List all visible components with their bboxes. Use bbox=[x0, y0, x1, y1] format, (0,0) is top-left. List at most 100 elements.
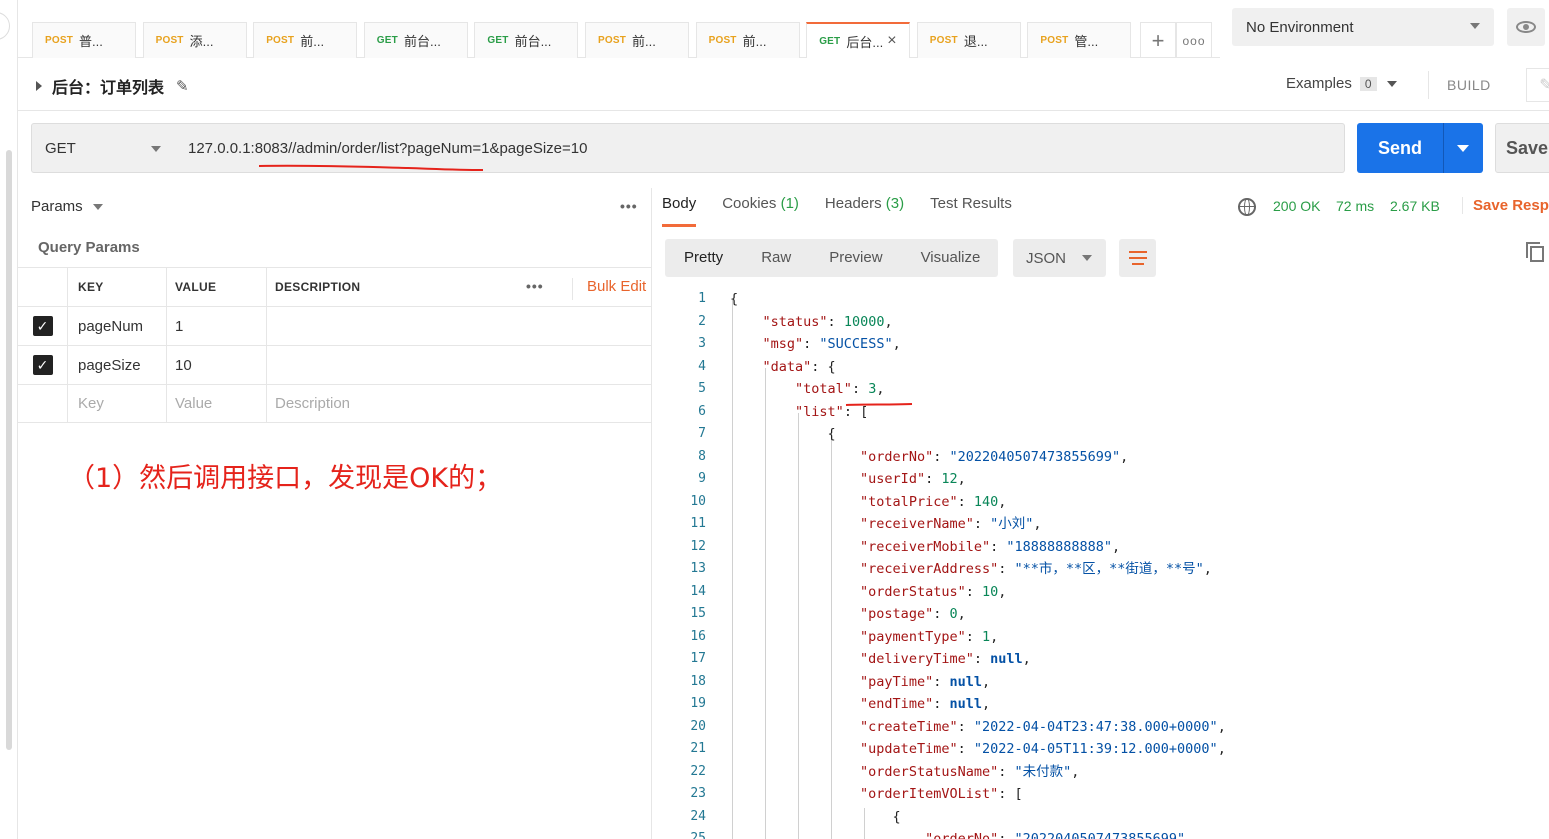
environment-quick-look-button[interactable] bbox=[1507, 8, 1545, 46]
tab-test-results[interactable]: Test Results bbox=[930, 195, 1012, 227]
response-time[interactable]: 72 ms bbox=[1336, 198, 1374, 214]
code-text: "postage": 0, bbox=[860, 606, 966, 622]
examples-dropdown[interactable]: Examples 0 bbox=[1286, 75, 1397, 92]
code-text: "total": 3, bbox=[795, 381, 885, 397]
status-code[interactable]: 200 OK bbox=[1273, 198, 1320, 214]
code-text: "payTime": null, bbox=[860, 673, 991, 690]
tab-method: POST bbox=[155, 35, 184, 46]
save-button[interactable]: Save bbox=[1495, 123, 1549, 173]
tab-method: GET bbox=[376, 35, 398, 46]
tab-raw[interactable]: Raw bbox=[742, 239, 810, 277]
total-underline-annotation bbox=[845, 403, 913, 406]
request-tab[interactable]: POST 前... bbox=[695, 22, 800, 58]
send-button[interactable]: Send bbox=[1357, 123, 1483, 173]
request-header: 后台：订单列表 ✎ Examples 0 BUILD ✎ bbox=[18, 59, 1549, 111]
param-checkbox[interactable]: ✓ bbox=[32, 316, 53, 336]
params-table: KEY VALUE DESCRIPTION ••• Bulk Edit ✓ pa… bbox=[18, 267, 652, 423]
build-button[interactable]: BUILD bbox=[1428, 71, 1491, 99]
tab-preview[interactable]: Preview bbox=[810, 239, 901, 277]
pencil-icon[interactable]: ✎ bbox=[176, 77, 189, 95]
request-tab[interactable]: POST 添... bbox=[142, 22, 247, 58]
param-new-row: Key Value Description bbox=[18, 384, 652, 423]
expand-arrow-icon[interactable] bbox=[36, 81, 42, 91]
request-name[interactable]: 后台：订单列表 ✎ bbox=[36, 74, 189, 98]
param-row: ✓ pageSize 10 bbox=[18, 345, 652, 384]
param-description[interactable] bbox=[267, 307, 652, 345]
request-tab[interactable]: POST 退... bbox=[916, 22, 1021, 58]
cookies-count: (1) bbox=[780, 195, 799, 212]
examples-count-badge: 0 bbox=[1359, 76, 1377, 91]
line-number: 24 bbox=[690, 808, 706, 824]
tab-title: 后台... bbox=[846, 34, 884, 50]
table-more-icon[interactable]: ••• bbox=[526, 278, 544, 294]
save-response-button[interactable]: Save Respor bbox=[1462, 197, 1549, 214]
request-tab[interactable]: POST 普... bbox=[32, 22, 136, 58]
code-text: "msg": "SUCCESS", bbox=[762, 336, 901, 352]
code-text: "paymentType": 1, bbox=[860, 628, 999, 645]
more-tabs-button[interactable]: ooo bbox=[1176, 22, 1212, 58]
request-tab[interactable]: GET 后台... × bbox=[806, 22, 911, 58]
tab-body[interactable]: Body bbox=[662, 195, 697, 227]
globe-icon[interactable] bbox=[1238, 198, 1256, 216]
response-body[interactable]: 1 {2 "status": 10000, 3 "msg": "SUCCESS", 4… bbox=[662, 288, 1549, 839]
request-tab-bar: POST 管... POST 退... GET 后台... × POST 前... POST 前..… bbox=[18, 0, 1220, 58]
tab-pretty[interactable]: Pretty bbox=[665, 239, 742, 277]
code-text: "userId": 12, bbox=[860, 471, 966, 487]
params-pane: Params ••• Query Params KEY VALUE DESCRI… bbox=[18, 188, 652, 839]
request-tab[interactable]: POST 前... bbox=[253, 22, 358, 58]
tab-headers[interactable]: Headers (3) bbox=[825, 195, 904, 227]
response-size[interactable]: 2.67 KB bbox=[1390, 198, 1440, 214]
header-checkbox-cell bbox=[18, 268, 68, 306]
line-number: 1 bbox=[698, 291, 706, 306]
send-split-divider bbox=[1443, 123, 1444, 173]
line-number: 23 bbox=[690, 786, 706, 801]
collapse-handle[interactable] bbox=[0, 12, 10, 40]
request-tab[interactable]: GET 前台... bbox=[474, 22, 579, 58]
method-select[interactable]: GET bbox=[31, 123, 176, 173]
code-text: "totalPrice": 140, bbox=[860, 493, 1007, 510]
copy-icon[interactable] bbox=[1526, 242, 1544, 262]
close-icon[interactable]: × bbox=[887, 32, 896, 50]
tab-visualize[interactable]: Visualize bbox=[902, 239, 1000, 277]
request-tab[interactable]: POST 前... bbox=[585, 22, 689, 58]
edit-button[interactable]: ✎ bbox=[1526, 68, 1549, 102]
format-select[interactable]: JSON bbox=[1013, 239, 1106, 277]
param-key[interactable]: pageNum bbox=[68, 307, 167, 345]
line-number: 11 bbox=[690, 516, 706, 531]
new-description-field[interactable]: Description bbox=[267, 385, 652, 422]
sidebar-edge bbox=[0, 0, 18, 839]
line-number: 25 bbox=[690, 831, 706, 839]
url-underline-annotation bbox=[258, 164, 484, 171]
params-more-icon[interactable]: ••• bbox=[620, 198, 638, 214]
tab-method: POST bbox=[708, 35, 737, 46]
sidebar-scrollbar[interactable] bbox=[6, 150, 12, 750]
param-value[interactable]: 10 bbox=[167, 346, 267, 384]
headers-count: (3) bbox=[885, 195, 905, 212]
environment-select[interactable]: No Environment bbox=[1232, 8, 1494, 46]
param-key[interactable]: pageSize bbox=[68, 346, 167, 384]
code-text: "orderItemVOList": [ bbox=[860, 786, 1023, 802]
line-number: 18 bbox=[690, 673, 706, 689]
chevron-down-icon bbox=[151, 146, 161, 152]
add-tab-button[interactable]: + bbox=[1140, 22, 1176, 58]
request-tab[interactable]: GET 前台... bbox=[363, 22, 468, 58]
request-tab[interactable]: POST 管... bbox=[1027, 22, 1132, 58]
param-checkbox[interactable]: ✓ bbox=[32, 355, 53, 375]
code-text: "endTime": null, bbox=[860, 696, 991, 712]
send-options-chevron-icon[interactable] bbox=[1457, 144, 1469, 152]
bulk-edit-link[interactable]: Bulk Edit bbox=[572, 278, 646, 300]
code-text: "deliveryTime": null, bbox=[860, 651, 1031, 667]
code-text: "createTime": "2022-04-04T23:47:38.000+0… bbox=[860, 718, 1226, 735]
param-value[interactable]: 1 bbox=[167, 307, 267, 345]
line-number: 8 bbox=[698, 448, 706, 464]
new-key-field[interactable]: Key bbox=[68, 385, 167, 422]
param-check-cell: ✓ bbox=[18, 307, 68, 345]
line-number: 7 bbox=[698, 426, 706, 441]
params-dropdown[interactable]: Params bbox=[31, 198, 103, 215]
param-check-cell bbox=[18, 385, 68, 422]
tab-title: 前... bbox=[632, 34, 656, 49]
param-description[interactable] bbox=[267, 346, 652, 384]
wrap-lines-button[interactable] bbox=[1119, 239, 1156, 277]
tab-cookies[interactable]: Cookies (1) bbox=[722, 195, 799, 227]
new-value-field[interactable]: Value bbox=[167, 385, 267, 422]
